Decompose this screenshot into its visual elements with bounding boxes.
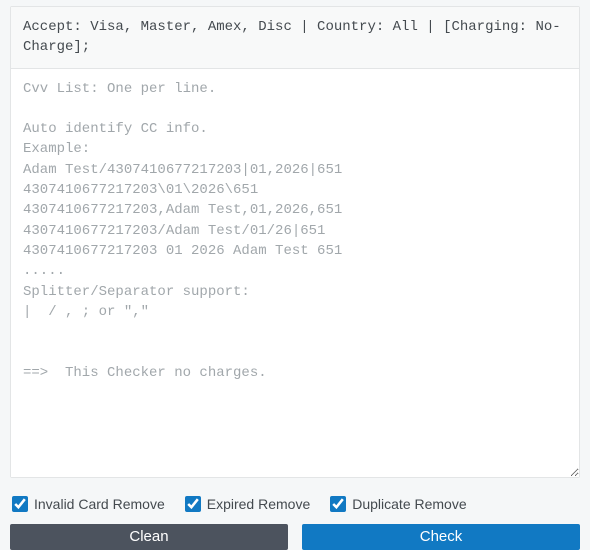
- checkbox-expired-remove[interactable]: Expired Remove: [185, 496, 311, 512]
- checkbox-invalid-remove-label: Invalid Card Remove: [34, 496, 165, 512]
- checkbox-duplicate-remove-label: Duplicate Remove: [352, 496, 466, 512]
- checkbox-duplicate-remove[interactable]: Duplicate Remove: [330, 496, 466, 512]
- panel-header: Accept: Visa, Master, Amex, Disc | Count…: [11, 7, 579, 69]
- checkbox-expired-remove-label: Expired Remove: [207, 496, 311, 512]
- clean-button[interactable]: Clean: [10, 524, 288, 550]
- checker-panel: Accept: Visa, Master, Amex, Disc | Count…: [10, 6, 580, 478]
- checkbox-duplicate-remove-input[interactable]: [330, 496, 346, 512]
- checkbox-invalid-remove-input[interactable]: [12, 496, 28, 512]
- checkbox-row: Invalid Card Remove Expired Remove Dupli…: [10, 478, 580, 524]
- checkbox-expired-remove-input[interactable]: [185, 496, 201, 512]
- button-row: Clean Check: [10, 524, 580, 550]
- card-input[interactable]: [11, 69, 579, 477]
- checkbox-invalid-remove[interactable]: Invalid Card Remove: [12, 496, 165, 512]
- check-button[interactable]: Check: [302, 524, 580, 550]
